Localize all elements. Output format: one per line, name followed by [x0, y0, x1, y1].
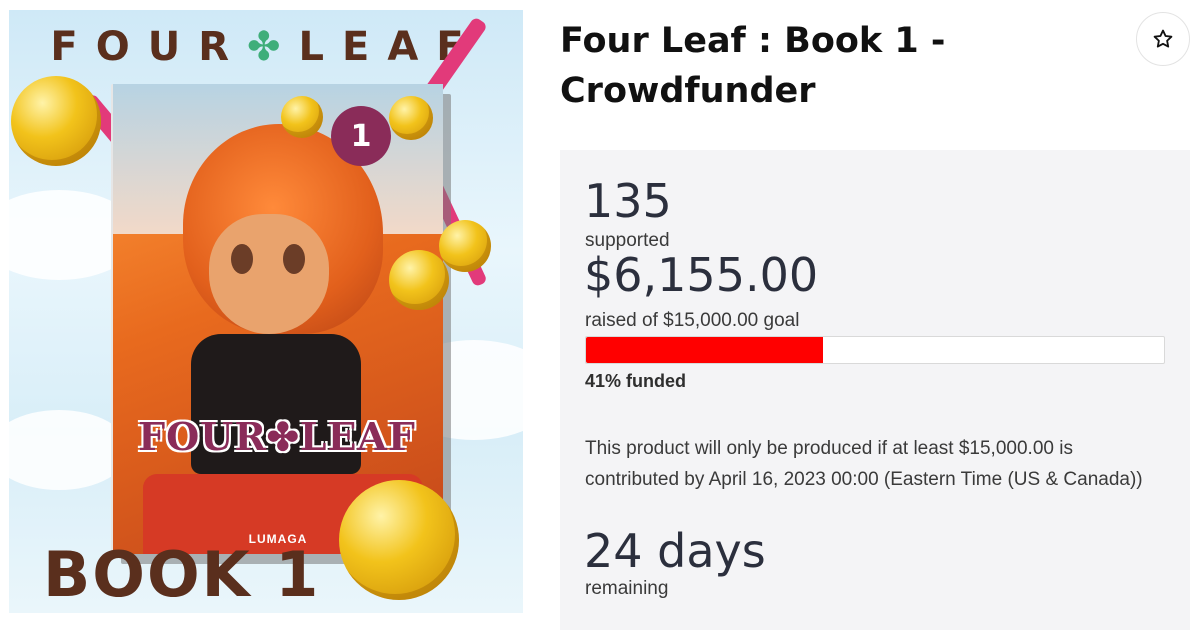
funding-progress-bar: [585, 336, 1165, 364]
book-logo: FOUR✤LEAF: [138, 414, 416, 459]
character-eye: [231, 244, 253, 274]
days-remaining: 24 days: [584, 524, 766, 578]
bell-decoration: [281, 96, 323, 138]
bell-decoration: [389, 96, 433, 140]
bell-decoration: [11, 76, 101, 166]
funding-progress-fill: [586, 337, 823, 363]
volume-badge: 1: [331, 106, 391, 166]
star-icon: [1153, 29, 1173, 48]
cloud-shape: [9, 410, 129, 490]
book-number-text: BOOK 1: [43, 538, 321, 611]
product-title: Four Leaf : Book 1 - Crowdfunder: [560, 21, 946, 111]
campaign-stats-panel: 135 supported $6,155.00 raised of $15,00…: [560, 150, 1190, 630]
production-notice: This product will only be produced if at…: [585, 438, 1143, 490]
product-cover-image[interactable]: FOUR✤LEAF 1 FOUR✤LEAF LUMAGA BOOK 1: [9, 10, 523, 613]
favorite-button[interactable]: [1136, 12, 1190, 66]
bell-decoration: [439, 220, 491, 272]
raised-amount: $6,155.00: [584, 248, 819, 302]
bell-decoration: [389, 250, 449, 310]
funded-percent: 41% funded: [585, 371, 687, 391]
character-face: [209, 214, 329, 334]
remaining-label: remaining: [585, 578, 669, 599]
bell-decoration: [339, 480, 459, 600]
raised-goal-label: raised of $15,000.00 goal: [585, 310, 800, 331]
character-eye: [283, 244, 305, 274]
supporters-count: 135: [584, 174, 672, 228]
